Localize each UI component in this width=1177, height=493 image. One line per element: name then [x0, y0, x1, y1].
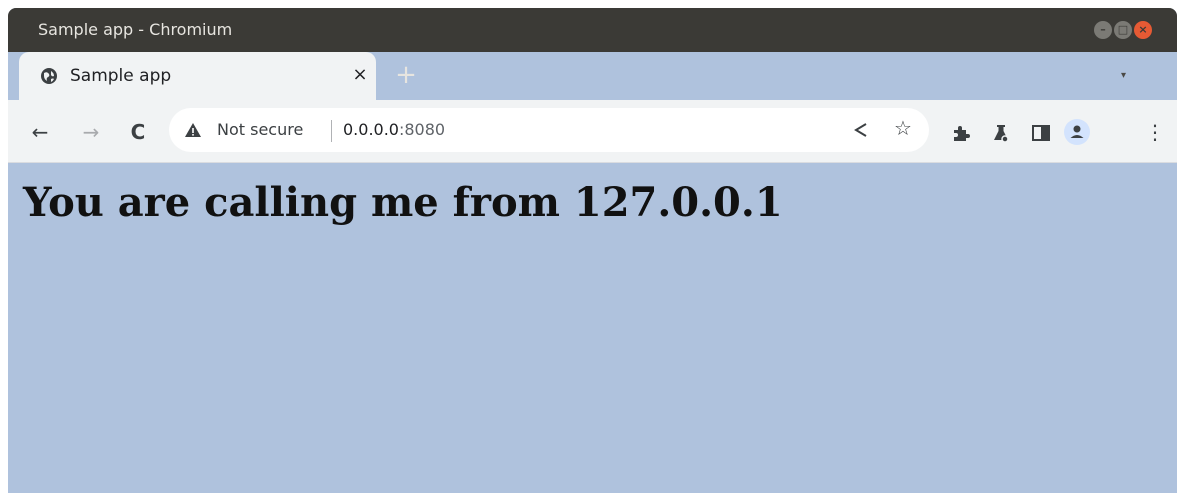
minimize-button[interactable]: – [1094, 21, 1112, 39]
reload-button[interactable]: C [126, 120, 150, 144]
labs-flask-icon[interactable] [990, 122, 1012, 144]
menu-kebab-icon[interactable]: ⋮ [1145, 120, 1165, 144]
tab-search-icon[interactable]: ▾ [1121, 70, 1133, 82]
page-content: You are calling me from 127.0.0.1 [8, 163, 1177, 493]
divider [331, 120, 332, 142]
title-bar[interactable]: Sample app - Chromium – □ × [8, 8, 1177, 52]
tab-sample-app[interactable]: Sample app × [19, 52, 376, 100]
new-tab-button[interactable]: + [394, 62, 418, 88]
side-panel-icon[interactable] [1030, 122, 1052, 144]
close-icon: × [1138, 23, 1148, 36]
address-bar[interactable]: Not secure 0.0.0.0:8080 ☆ [169, 108, 929, 152]
profile-avatar[interactable] [1064, 119, 1090, 145]
browser-window: Sample app - Chromium – □ × Sample app ×… [8, 8, 1177, 493]
globe-icon [41, 68, 57, 84]
warning-icon[interactable] [184, 121, 202, 139]
close-window-button[interactable]: × [1134, 21, 1152, 39]
url-text[interactable]: 0.0.0.0:8080 [343, 120, 445, 139]
tab-title: Sample app [70, 66, 172, 86]
person-icon [1070, 125, 1084, 138]
extensions-puzzle-icon[interactable] [950, 122, 972, 144]
tab-close-button[interactable]: × [350, 65, 370, 85]
forward-button[interactable]: → [79, 120, 103, 144]
security-status[interactable]: Not secure [217, 120, 303, 139]
minimize-icon: – [1100, 23, 1106, 36]
back-button[interactable]: ← [28, 120, 52, 144]
maximize-icon: □ [1117, 23, 1129, 36]
maximize-button[interactable]: □ [1114, 21, 1132, 39]
share-icon[interactable] [850, 119, 872, 141]
bookmark-star-icon[interactable]: ☆ [891, 116, 915, 140]
page-heading: You are calling me from 127.0.0.1 [23, 179, 783, 226]
url-port: :8080 [398, 120, 446, 139]
window-title: Sample app - Chromium [38, 20, 233, 39]
url-host: 0.0.0.0 [343, 120, 399, 139]
browser-toolbar: ← → C Not secure 0.0.0.0:8080 ☆ ⋮ [8, 100, 1177, 163]
